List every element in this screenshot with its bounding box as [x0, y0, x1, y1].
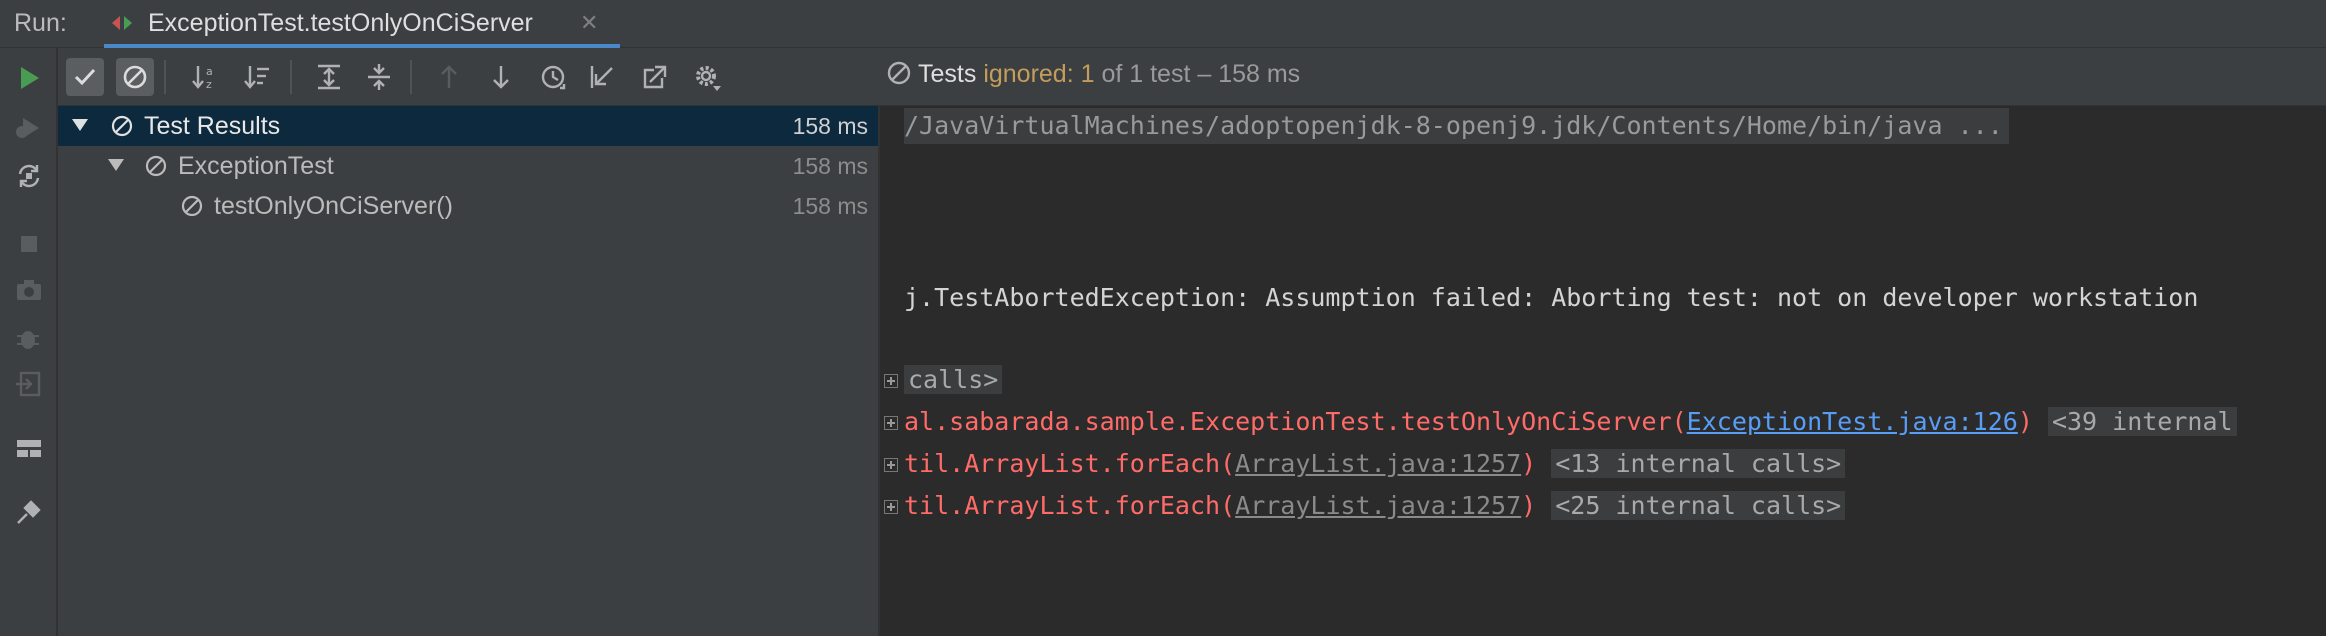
tree-row-label: ExceptionTest: [178, 152, 334, 180]
fold-expand-icon[interactable]: [884, 458, 898, 472]
sort-by-duration-icon[interactable]: [238, 58, 276, 96]
import-tests-icon[interactable]: [584, 58, 622, 96]
toolbar-separator: [164, 60, 166, 94]
test-status-summary: Tests ignored: 1 of 1 test – 158 ms: [886, 60, 1300, 89]
tree-row-duration: 158 ms: [792, 193, 868, 219]
expand-all-icon[interactable]: [310, 58, 348, 96]
tests-label: Tests: [918, 60, 977, 88]
stack-frame-text: ): [1521, 449, 1537, 478]
rerun-failed-icon[interactable]: [13, 112, 45, 144]
rerun-icon[interactable]: [13, 62, 45, 94]
stack-trace-line: til.ArrayList.forEach(ArrayList.java:125…: [904, 488, 1846, 524]
stack-trace-line: al.sabarada.sample.ExceptionTest.testOnl…: [904, 404, 2237, 440]
fold-expand-icon[interactable]: [884, 416, 898, 430]
test-summary-text: of 1 test – 158 ms: [1101, 60, 1301, 88]
run-tab[interactable]: ExceptionTest.testOnlyOnCiServer ✕: [104, 0, 620, 48]
toggle-auto-test-icon[interactable]: [13, 160, 45, 192]
tree-row-duration: 158 ms: [792, 113, 868, 139]
folded-calls-label[interactable]: <39 internal: [2047, 407, 2237, 436]
folded-calls-label[interactable]: <13 internal calls>: [1551, 449, 1846, 478]
toolbar-separator: [410, 60, 412, 94]
fold-expand-icon[interactable]: [884, 374, 898, 388]
layout-icon[interactable]: [13, 432, 45, 464]
next-failed-icon[interactable]: [482, 58, 520, 96]
ignored-icon: [181, 195, 203, 217]
console-output[interactable]: /JavaVirtualMachines/adoptopenjdk-8-open…: [880, 106, 2326, 636]
stack-frame-text: til.ArrayList.forEach(: [904, 491, 1236, 520]
run-tab-title: ExceptionTest.testOnlyOnCiServer: [148, 9, 533, 37]
console-exception-line: j.TestAbortedException: Assumption faile…: [904, 283, 2199, 312]
debug-icon[interactable]: [13, 322, 45, 354]
pin-icon[interactable]: [13, 496, 45, 528]
expand-arrow-icon[interactable]: [106, 156, 126, 174]
source-link[interactable]: ArrayList.java:1257: [1235, 491, 1521, 520]
expand-arrow-icon[interactable]: [70, 116, 90, 134]
console-command-line: /JavaVirtualMachines/adoptopenjdk-8-open…: [904, 108, 2009, 144]
console-folded-calls[interactable]: calls>: [904, 362, 1003, 398]
fold-expand-icon[interactable]: [884, 500, 898, 514]
screenshot-icon[interactable]: [13, 274, 45, 306]
tree-row-label: Test Results: [144, 112, 281, 140]
collapse-all-icon[interactable]: [360, 58, 398, 96]
exit-icon[interactable]: [13, 368, 45, 400]
tree-row-exception-test[interactable]: ExceptionTest 158 ms: [58, 146, 878, 186]
test-results-tree: Test Results 158 ms ExceptionTest 158 ms…: [58, 106, 880, 636]
stack-frame-text: ): [2017, 407, 2033, 436]
ignored-icon: [111, 115, 133, 137]
stack-frame-text: ): [1521, 491, 1537, 520]
run-label: Run:: [14, 9, 67, 37]
ignored-count: ignored: 1: [983, 60, 1095, 88]
export-tests-icon[interactable]: [636, 58, 674, 96]
settings-icon[interactable]: [688, 58, 726, 96]
tree-row-duration: 158 ms: [792, 153, 868, 179]
folded-calls-label[interactable]: calls>: [904, 365, 1003, 394]
tree-row-test-method[interactable]: testOnlyOnCiServer() 158 ms: [58, 186, 878, 226]
source-link[interactable]: ArrayList.java:1257: [1235, 449, 1521, 478]
ignored-icon: [145, 155, 167, 177]
tree-row-label: testOnlyOnCiServer(): [214, 192, 453, 220]
show-passed-icon[interactable]: [66, 58, 104, 96]
ignored-status-icon: [887, 61, 911, 85]
tree-row-test-results[interactable]: Test Results 158 ms: [58, 106, 878, 146]
source-link[interactable]: ExceptionTest.java:126: [1687, 407, 2018, 436]
sort-alphabetically-icon[interactable]: az: [186, 58, 224, 96]
previous-failed-icon[interactable]: [430, 58, 468, 96]
svg-text:z: z: [206, 78, 212, 91]
test-toolbar: az Tests ignored: 1 of 1 test – 158 ms: [58, 48, 2326, 106]
svg-text:a: a: [206, 65, 213, 78]
stack-trace-line: til.ArrayList.forEach(ArrayList.java:125…: [904, 446, 1846, 482]
stack-frame-text: til.ArrayList.forEach(: [904, 449, 1236, 478]
test-history-icon[interactable]: [534, 58, 572, 96]
stop-icon[interactable]: [13, 228, 45, 260]
folded-calls-label[interactable]: <25 internal calls>: [1551, 491, 1846, 520]
run-tool-window-header: Run: ExceptionTest.testOnlyOnCiServer ✕: [0, 0, 2326, 48]
run-sidebar: [0, 48, 58, 636]
close-icon[interactable]: ✕: [580, 10, 598, 36]
toolbar-separator: [290, 60, 292, 94]
run-config-icon: [112, 16, 132, 30]
show-ignored-icon[interactable]: [116, 58, 154, 96]
stack-frame-text: al.sabarada.sample.ExceptionTest.testOnl…: [904, 407, 1687, 436]
